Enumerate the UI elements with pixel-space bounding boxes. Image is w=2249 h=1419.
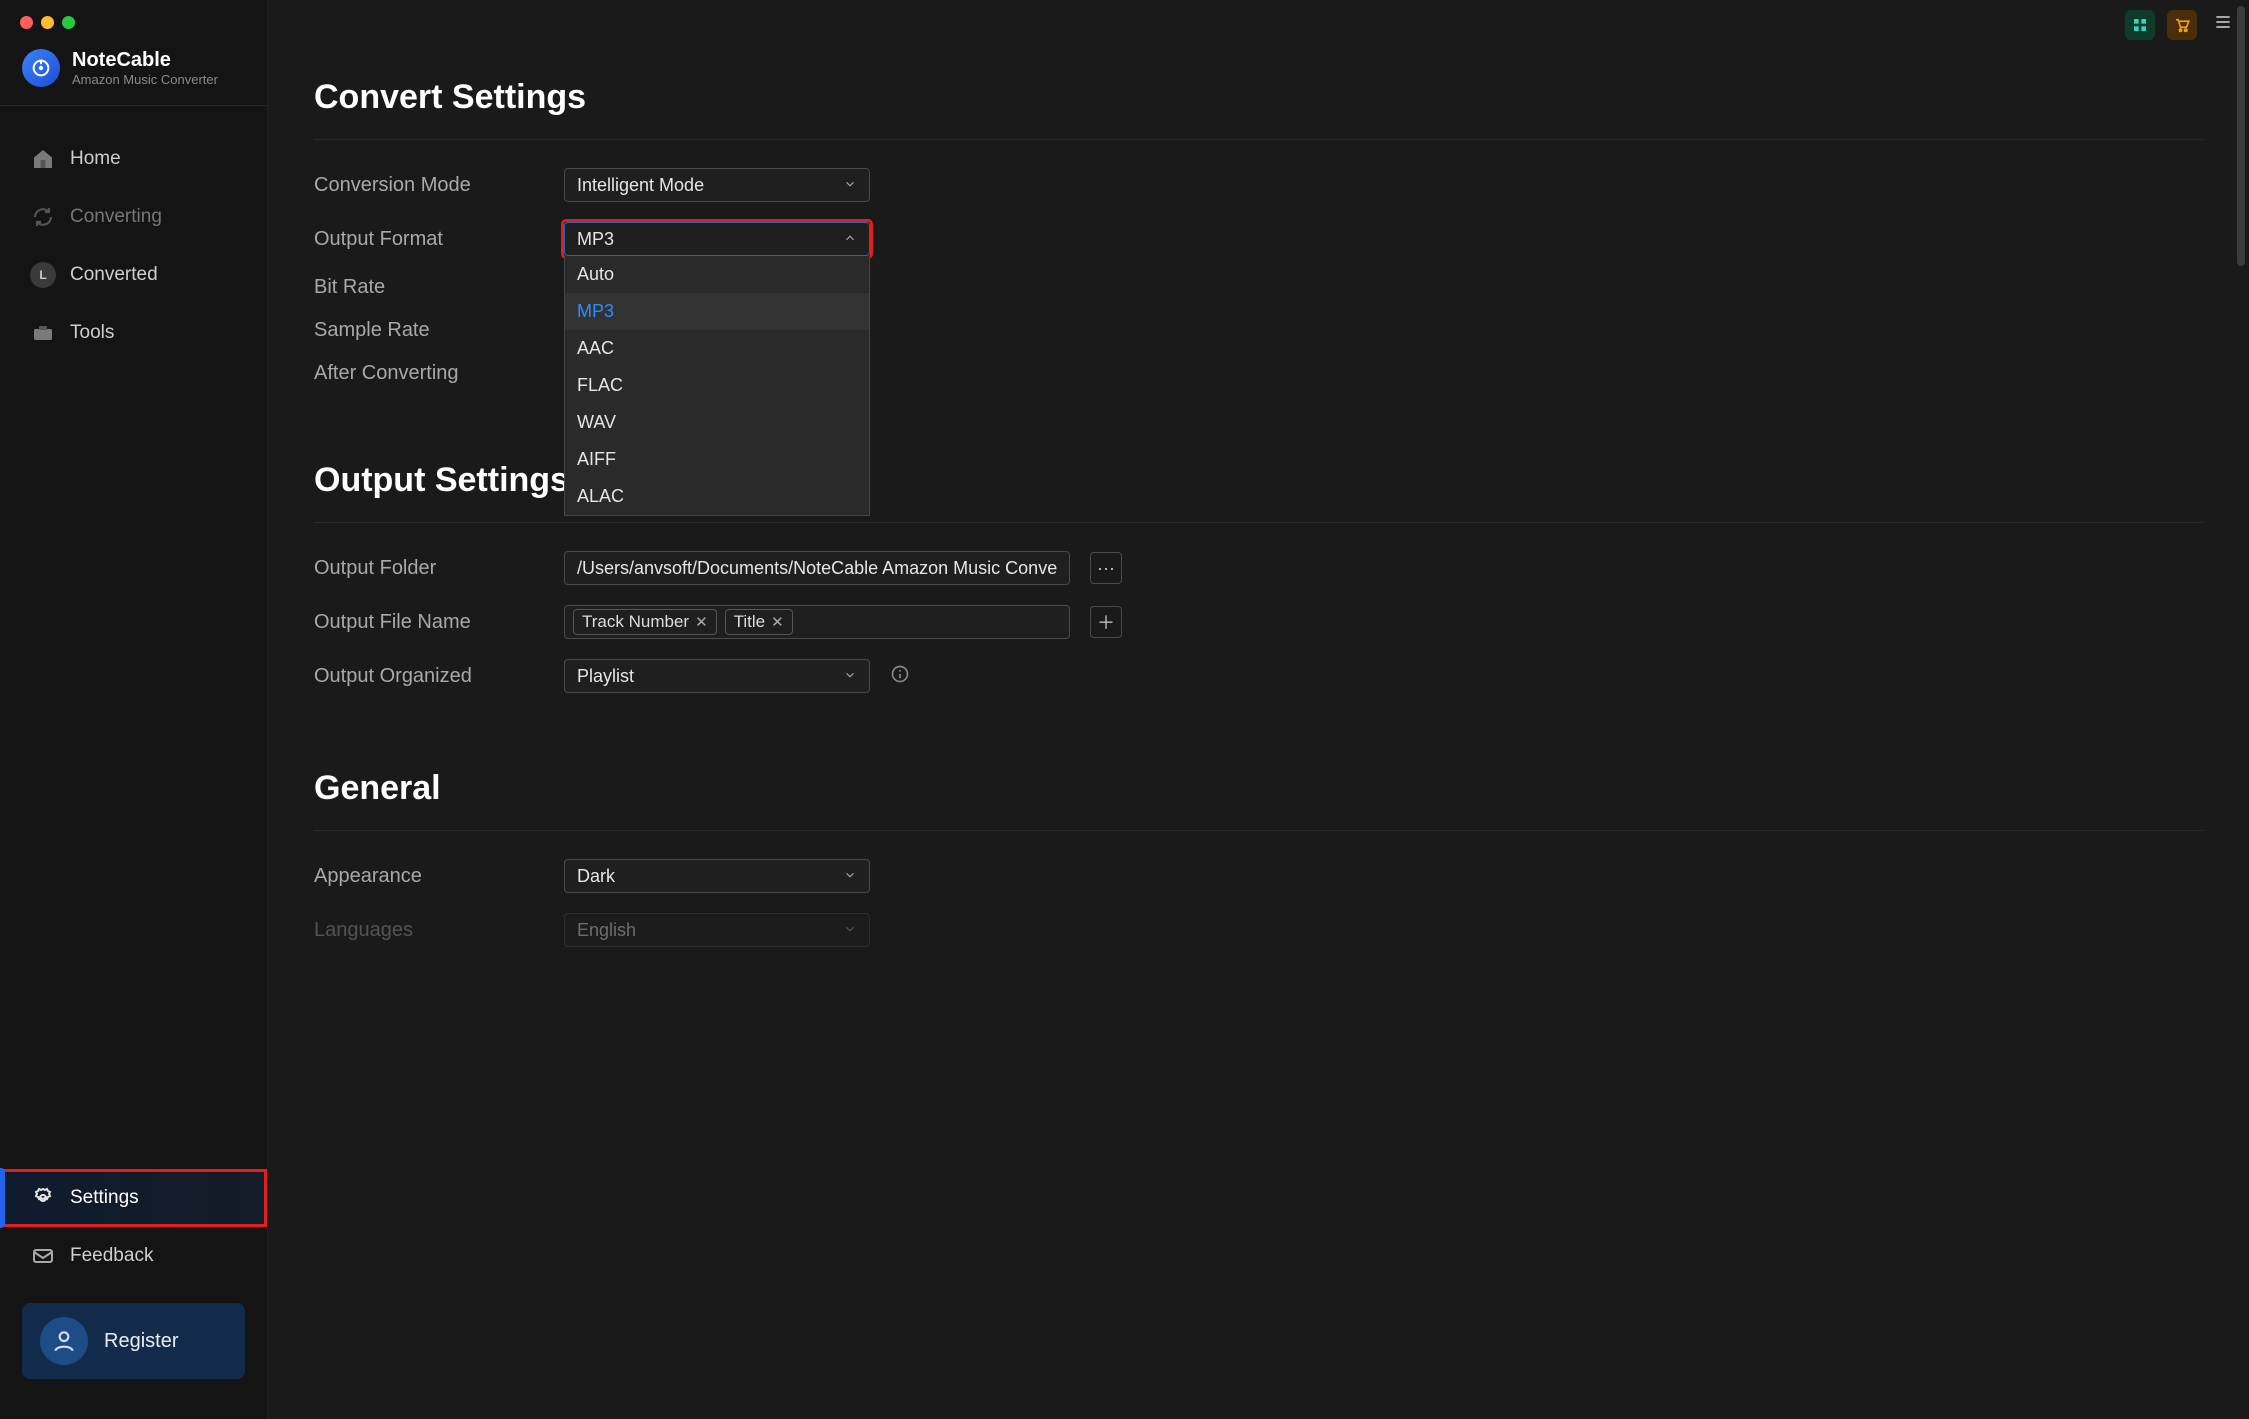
field-output-file-name: Output File Name Track Number ✕ Title ✕ … — [314, 605, 2203, 639]
output-format-select-wrap: MP3 Auto MP3 AAC FLAC WAV AIFF ALAC — [564, 222, 870, 256]
conversion-mode-value: Intelligent Mode — [577, 175, 704, 196]
chevron-down-icon — [843, 666, 857, 687]
output-format-option[interactable]: FLAC — [565, 367, 869, 404]
chevron-down-icon — [843, 175, 857, 196]
mail-icon — [30, 1243, 56, 1269]
field-output-folder: Output Folder /Users/anvsoft/Documents/N… — [314, 551, 2203, 585]
add-filename-tag-button[interactable]: ＋ — [1090, 606, 1122, 638]
window-controls — [0, 0, 267, 29]
output-format-dropdown: Auto MP3 AAC FLAC WAV AIFF ALAC — [564, 256, 870, 516]
label-output-organized: Output Organized — [314, 665, 544, 688]
chevron-down-icon — [843, 920, 857, 941]
label-bit-rate: Bit Rate — [314, 276, 544, 299]
languages-value: English — [577, 920, 636, 941]
plus-icon: ＋ — [1097, 609, 1115, 635]
sidebar-item-converted[interactable]: L Converted — [0, 246, 267, 304]
sidebar-item-label: Feedback — [70, 1245, 153, 1267]
register-button[interactable]: Register — [22, 1303, 245, 1379]
field-output-organized: Output Organized Playlist — [314, 659, 2203, 693]
converted-badge-icon: L — [30, 262, 56, 288]
register-label: Register — [104, 1330, 178, 1353]
sidebar-item-label: Tools — [70, 322, 114, 344]
appearance-select[interactable]: Dark — [564, 859, 870, 893]
label-conversion-mode: Conversion Mode — [314, 174, 544, 197]
main-content: Convert Settings Conversion Mode Intelli… — [268, 0, 2249, 1419]
user-icon — [40, 1317, 88, 1365]
output-file-name-input[interactable]: Track Number ✕ Title ✕ — [564, 605, 1070, 639]
maximize-window-button[interactable] — [62, 16, 75, 29]
refresh-icon — [30, 204, 56, 230]
field-languages: Languages English — [314, 913, 2203, 947]
sidebar-item-label: Settings — [70, 1187, 139, 1209]
label-languages: Languages — [314, 919, 544, 942]
browse-folder-button[interactable]: ··· — [1090, 552, 1122, 584]
sidebar-item-label: Home — [70, 148, 121, 170]
filename-tag[interactable]: Title ✕ — [725, 609, 793, 635]
label-output-folder: Output Folder — [314, 557, 544, 580]
output-folder-input[interactable]: /Users/anvsoft/Documents/NoteCable Amazo… — [564, 551, 1070, 585]
app-logo-icon — [22, 49, 60, 87]
label-sample-rate: Sample Rate — [314, 319, 544, 342]
sidebar-nav: Home Converting L Converted Tools — [0, 106, 267, 1169]
label-output-format: Output Format — [314, 228, 544, 251]
conversion-mode-select[interactable]: Intelligent Mode — [564, 168, 870, 202]
chevron-up-icon — [843, 229, 857, 250]
sidebar-item-feedback[interactable]: Feedback — [0, 1227, 267, 1285]
output-format-value: MP3 — [577, 229, 614, 250]
sidebar-item-settings[interactable]: Settings — [0, 1169, 267, 1227]
output-format-select[interactable]: MP3 — [564, 222, 870, 256]
appearance-value: Dark — [577, 866, 615, 887]
close-window-button[interactable] — [20, 16, 33, 29]
filename-tag[interactable]: Track Number ✕ — [573, 609, 717, 635]
sidebar-item-tools[interactable]: Tools — [0, 304, 267, 362]
apps-button[interactable] — [2125, 10, 2155, 40]
output-format-option[interactable]: Auto — [565, 256, 869, 293]
scrollbar-thumb[interactable] — [2237, 6, 2245, 266]
remove-tag-icon[interactable]: ✕ — [771, 613, 784, 631]
minimize-window-button[interactable] — [41, 16, 54, 29]
label-appearance: Appearance — [314, 865, 544, 888]
label-after-converting: After Converting — [314, 362, 544, 385]
info-icon[interactable] — [890, 664, 910, 689]
menu-button[interactable] — [2209, 12, 2237, 38]
output-format-option[interactable]: ALAC — [565, 478, 869, 515]
output-organized-value: Playlist — [577, 666, 634, 687]
home-icon — [30, 146, 56, 172]
field-conversion-mode: Conversion Mode Intelligent Mode — [314, 168, 2203, 202]
scrollbar[interactable] — [2237, 6, 2245, 1413]
chevron-down-icon — [843, 866, 857, 887]
languages-select[interactable]: English — [564, 913, 870, 947]
filename-tag-label: Track Number — [582, 612, 689, 632]
section-title-convert: Convert Settings — [314, 0, 2203, 140]
section-title-general: General — [314, 713, 2203, 831]
app-name: NoteCable — [72, 49, 218, 72]
gear-icon — [30, 1185, 56, 1211]
cart-button[interactable] — [2167, 10, 2197, 40]
output-format-option[interactable]: AAC — [565, 330, 869, 367]
ellipsis-icon: ··· — [1097, 558, 1115, 579]
remove-tag-icon[interactable]: ✕ — [695, 613, 708, 631]
filename-tag-label: Title — [734, 612, 766, 632]
field-output-format: Output Format MP3 Auto MP3 AAC FLAC WAV … — [314, 222, 2203, 256]
output-organized-select[interactable]: Playlist — [564, 659, 870, 693]
field-appearance: Appearance Dark — [314, 859, 2203, 893]
label-output-file-name: Output File Name — [314, 611, 544, 634]
topbar — [2125, 10, 2237, 40]
sidebar-item-home[interactable]: Home — [0, 130, 267, 188]
sidebar-lower: Settings Feedback Register — [0, 1169, 267, 1419]
output-format-option[interactable]: MP3 — [565, 293, 869, 330]
sidebar-item-label: Converting — [70, 206, 162, 228]
sidebar-item-converting[interactable]: Converting — [0, 188, 267, 246]
sidebar-item-label: Converted — [70, 264, 158, 286]
toolbox-icon — [30, 320, 56, 346]
output-format-option[interactable]: WAV — [565, 404, 869, 441]
app-subtitle: Amazon Music Converter — [72, 72, 218, 87]
brand: NoteCable Amazon Music Converter — [0, 29, 267, 106]
sidebar: NoteCable Amazon Music Converter Home Co… — [0, 0, 268, 1419]
output-format-option[interactable]: AIFF — [565, 441, 869, 478]
output-folder-value: /Users/anvsoft/Documents/NoteCable Amazo… — [577, 558, 1057, 579]
